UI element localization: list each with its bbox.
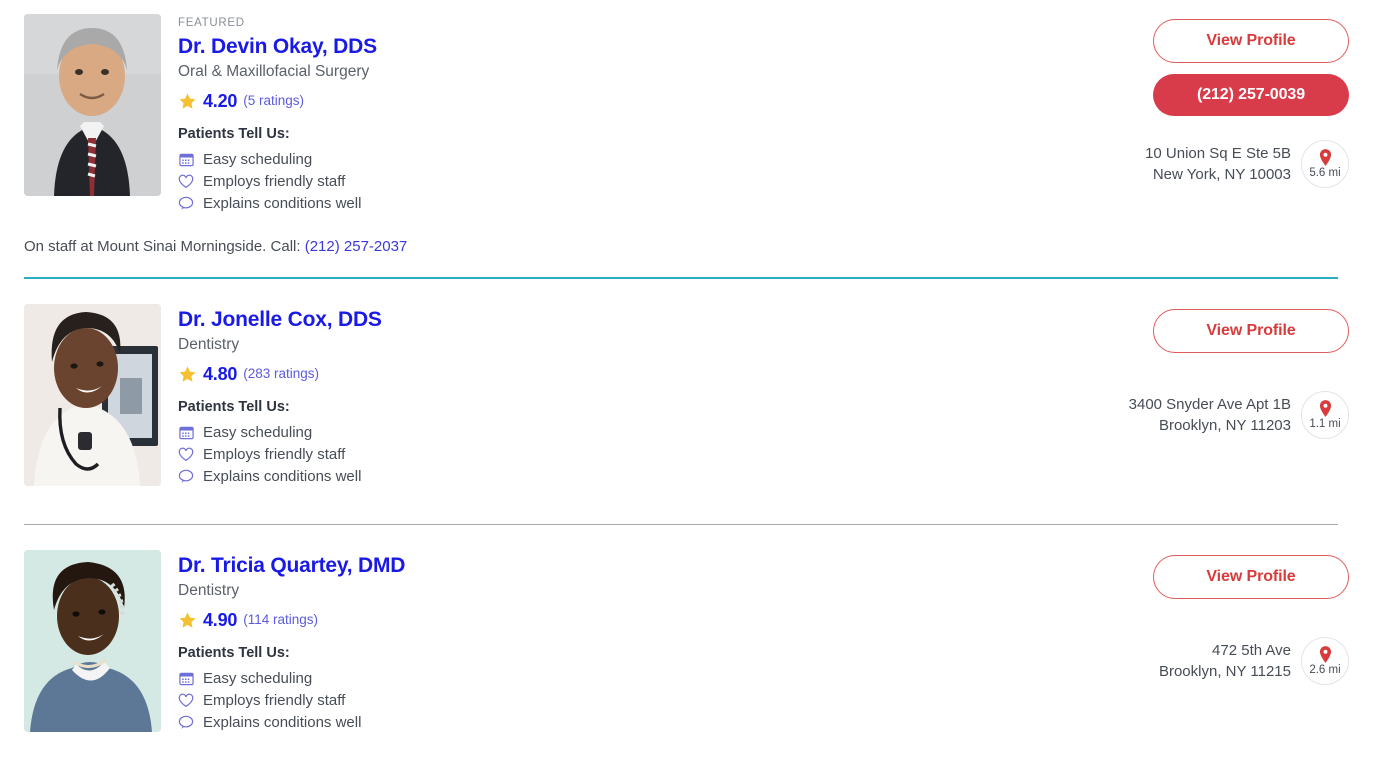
doctor-photo[interactable] <box>24 304 161 486</box>
calendar-icon <box>178 671 194 687</box>
hospital-text: On staff at Mount Sinai Morningside. Cal… <box>24 238 305 255</box>
address-row: 10 Union Sq E Ste 5B New York, NY 10003 … <box>1145 140 1349 188</box>
distance-text: 1.1 mi <box>1309 418 1341 430</box>
address-line-1: 472 5th Ave <box>1212 642 1291 659</box>
hospital-phone-link[interactable]: (212) 257-2037 <box>305 238 408 255</box>
list-item: Easy scheduling <box>178 422 1089 443</box>
speech-bubble-icon <box>178 715 194 731</box>
patients-tell-us-list: Easy scheduling Employs friendly staff E… <box>178 422 1089 487</box>
rating-row: 4.20 (5 ratings) <box>178 91 1089 111</box>
speech-bubble-icon <box>178 196 194 212</box>
address-line-2: New York, NY 10003 <box>1152 166 1291 183</box>
map-pin-icon <box>1319 646 1331 663</box>
view-profile-button[interactable]: View Profile <box>1153 19 1349 63</box>
list-item-label: Employs friendly staff <box>203 446 346 463</box>
address-text: 3400 Snyder Ave Apt 1B Brooklyn, NY 1120… <box>1129 394 1291 436</box>
featured-label: FEATURED <box>178 17 245 29</box>
rating-value: 4.80 <box>203 364 238 384</box>
address-line-2: Brooklyn, NY 11215 <box>1158 663 1291 680</box>
list-item: Explains conditions well <box>178 712 1089 733</box>
doctor-name-link[interactable]: Dr. Jonelle Cox, DDS <box>178 306 382 333</box>
patients-tell-us-title: Patients Tell Us: <box>178 399 290 415</box>
distance-text: 5.6 mi <box>1309 167 1341 179</box>
doctor-actions: View Profile 472 5th Ave Brooklyn, NY 11… <box>1089 550 1349 685</box>
heart-icon <box>178 447 194 463</box>
doctor-info: Dr. Jonelle Cox, DDS Dentistry 4.80 (283… <box>178 304 1089 488</box>
address-text: 472 5th Ave Brooklyn, NY 11215 <box>1159 640 1291 682</box>
view-profile-button[interactable]: View Profile <box>1153 309 1349 353</box>
star-icon <box>179 611 196 628</box>
list-item-label: Employs friendly staff <box>203 173 346 190</box>
doctor-card: Dr. Tricia Quartey, DMD Dentistry 4.90 (… <box>0 525 1373 734</box>
list-item: Employs friendly staff <box>178 690 1089 711</box>
list-item-label: Explains conditions well <box>203 468 362 485</box>
doctor-specialty: Dentistry <box>178 582 240 599</box>
patients-tell-us-title: Patients Tell Us: <box>178 126 290 142</box>
list-item-label: Easy scheduling <box>203 670 313 687</box>
list-item-label: Easy scheduling <box>203 151 313 168</box>
list-item-label: Explains conditions well <box>203 714 362 731</box>
doctor-search-results: FEATURED Dr. Devin Okay, DDS Oral & Maxi… <box>0 0 1373 758</box>
list-item: Employs friendly staff <box>178 444 1089 465</box>
distance-badge[interactable]: 1.1 mi <box>1301 391 1349 439</box>
list-item-label: Easy scheduling <box>203 424 313 441</box>
rating-count: (114 ratings) <box>243 612 319 627</box>
address-line-2: Brooklyn, NY 11203 <box>1158 417 1291 434</box>
address-line-1: 10 Union Sq E Ste 5B <box>1145 145 1291 162</box>
address-row: 472 5th Ave Brooklyn, NY 11215 2.6 mi <box>1159 637 1349 685</box>
speech-bubble-icon <box>178 469 194 485</box>
star-icon <box>179 365 196 382</box>
doctor-card: FEATURED Dr. Devin Okay, DDS Oral & Maxi… <box>0 0 1373 215</box>
star-icon <box>179 92 196 109</box>
patients-tell-us-list: Easy scheduling Employs friendly staff E… <box>178 149 1089 214</box>
doctor-name-link[interactable]: Dr. Devin Okay, DDS <box>178 33 377 60</box>
doctor-info: FEATURED Dr. Devin Okay, DDS Oral & Maxi… <box>178 14 1089 215</box>
list-item-label: Employs friendly staff <box>203 692 346 709</box>
address-line-1: 3400 Snyder Ave Apt 1B <box>1128 396 1291 413</box>
calendar-icon <box>178 152 194 168</box>
list-item: Explains conditions well <box>178 193 1089 214</box>
calendar-icon <box>178 425 194 441</box>
list-item: Explains conditions well <box>178 466 1089 487</box>
hospital-affiliation: On staff at Mount Sinai Morningside. Cal… <box>0 237 1373 257</box>
heart-icon <box>178 693 194 709</box>
patients-tell-us-title: Patients Tell Us: <box>178 645 290 661</box>
list-item: Easy scheduling <box>178 149 1089 170</box>
doctor-actions: View Profile (212) 257-0039 10 Union Sq … <box>1089 14 1349 188</box>
view-profile-button[interactable]: View Profile <box>1153 555 1349 599</box>
address-row: 3400 Snyder Ave Apt 1B Brooklyn, NY 1120… <box>1129 391 1349 439</box>
doctor-photo[interactable] <box>24 14 161 196</box>
doctor-info: Dr. Tricia Quartey, DMD Dentistry 4.90 (… <box>178 550 1089 734</box>
list-item: Employs friendly staff <box>178 171 1089 192</box>
rating-row: 4.80 (283 ratings) <box>178 364 1089 384</box>
rating-value: 4.90 <box>203 610 238 630</box>
distance-text: 2.6 mi <box>1309 664 1341 676</box>
doctor-specialty: Dentistry <box>178 336 240 353</box>
list-item: Easy scheduling <box>178 668 1089 689</box>
heart-icon <box>178 174 194 190</box>
map-pin-icon <box>1319 400 1331 417</box>
doctor-actions: View Profile 3400 Snyder Ave Apt 1B Broo… <box>1089 304 1349 439</box>
doctor-specialty: Oral & Maxillofacial Surgery <box>178 63 370 80</box>
doctor-photo[interactable] <box>24 550 161 732</box>
doctor-name-link[interactable]: Dr. Tricia Quartey, DMD <box>178 552 405 579</box>
distance-badge[interactable]: 5.6 mi <box>1301 140 1349 188</box>
rating-count: (5 ratings) <box>243 93 305 108</box>
call-phone-button[interactable]: (212) 257-0039 <box>1153 74 1349 116</box>
map-pin-icon <box>1319 149 1331 166</box>
patients-tell-us-list: Easy scheduling Employs friendly staff E… <box>178 668 1089 733</box>
rating-row: 4.90 (114 ratings) <box>178 610 1089 630</box>
doctor-card: Dr. Jonelle Cox, DDS Dentistry 4.80 (283… <box>0 279 1373 488</box>
list-item-label: Explains conditions well <box>203 195 362 212</box>
distance-badge[interactable]: 2.6 mi <box>1301 637 1349 685</box>
address-text: 10 Union Sq E Ste 5B New York, NY 10003 <box>1145 143 1291 185</box>
hospital-line: On staff at Mount Sinai Morningside. Cal… <box>24 237 1349 257</box>
rating-value: 4.20 <box>203 91 238 111</box>
rating-count: (283 ratings) <box>243 366 320 381</box>
